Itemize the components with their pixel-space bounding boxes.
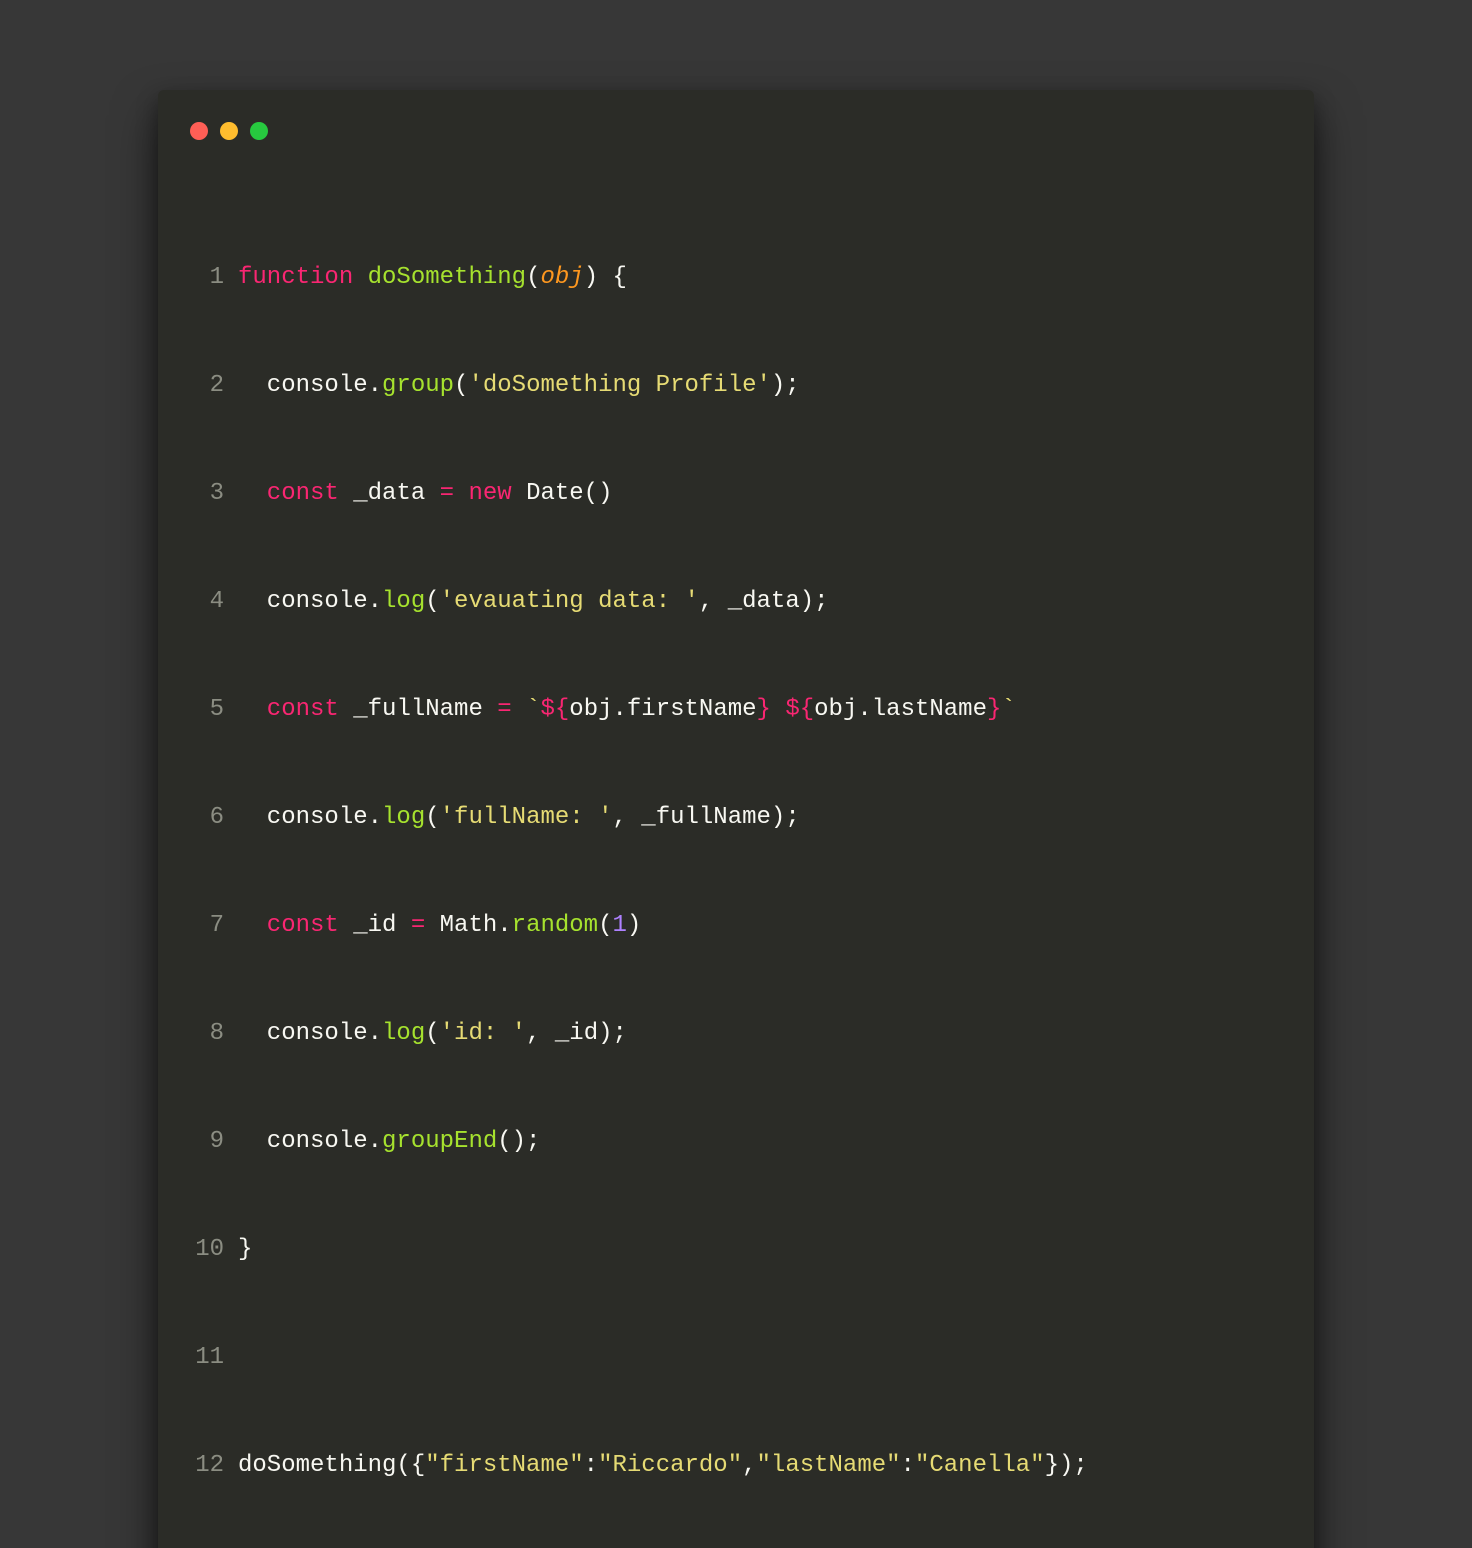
- line-number: 2: [194, 368, 238, 404]
- code-content: [238, 1340, 1278, 1376]
- code-content: const _data = new Date(): [238, 476, 1278, 512]
- line-number: 6: [194, 800, 238, 836]
- code-line: 12doSomething({"firstName":"Riccardo","l…: [194, 1448, 1278, 1484]
- line-number: 4: [194, 584, 238, 620]
- code-content: console.group('doSomething Profile');: [238, 368, 1278, 404]
- code-line: 1function doSomething(obj) {: [194, 260, 1278, 296]
- code-content: console.log('evauating data: ', _data);: [238, 584, 1278, 620]
- code-content: doSomething({"firstName":"Riccardo","las…: [238, 1448, 1278, 1484]
- code-line: 10}: [194, 1232, 1278, 1268]
- line-number: 10: [194, 1232, 238, 1268]
- code-window: 1function doSomething(obj) { 2 console.g…: [158, 90, 1314, 1548]
- code-content: console.groupEnd();: [238, 1124, 1278, 1160]
- line-number: 11: [194, 1340, 238, 1376]
- line-number: 3: [194, 476, 238, 512]
- maximize-icon[interactable]: [250, 122, 268, 140]
- line-number: 7: [194, 908, 238, 944]
- code-content: const _fullName = `${obj.firstName} ${ob…: [238, 692, 1278, 728]
- code-content: }: [238, 1232, 1278, 1268]
- traffic-lights: [190, 122, 1278, 140]
- line-number: 12: [194, 1448, 238, 1484]
- code-line: 8 console.log('id: ', _id);: [194, 1016, 1278, 1052]
- line-number: 1: [194, 260, 238, 296]
- line-number: 9: [194, 1124, 238, 1160]
- code-content: console.log('fullName: ', _fullName);: [238, 800, 1278, 836]
- code-content: function doSomething(obj) {: [238, 260, 1278, 296]
- code-line: 4 console.log('evauating data: ', _data)…: [194, 584, 1278, 620]
- code-line: 9 console.groupEnd();: [194, 1124, 1278, 1160]
- code-line: 7 const _id = Math.random(1): [194, 908, 1278, 944]
- line-number: 8: [194, 1016, 238, 1052]
- code-block: 1function doSomething(obj) { 2 console.g…: [194, 188, 1278, 1548]
- close-icon[interactable]: [190, 122, 208, 140]
- code-line: 6 console.log('fullName: ', _fullName);: [194, 800, 1278, 836]
- line-number: 5: [194, 692, 238, 728]
- code-content: const _id = Math.random(1): [238, 908, 1278, 944]
- code-line: 2 console.group('doSomething Profile');: [194, 368, 1278, 404]
- code-content: console.log('id: ', _id);: [238, 1016, 1278, 1052]
- minimize-icon[interactable]: [220, 122, 238, 140]
- code-line: 5 const _fullName = `${obj.firstName} ${…: [194, 692, 1278, 728]
- code-line: 3 const _data = new Date(): [194, 476, 1278, 512]
- code-line: 11: [194, 1340, 1278, 1376]
